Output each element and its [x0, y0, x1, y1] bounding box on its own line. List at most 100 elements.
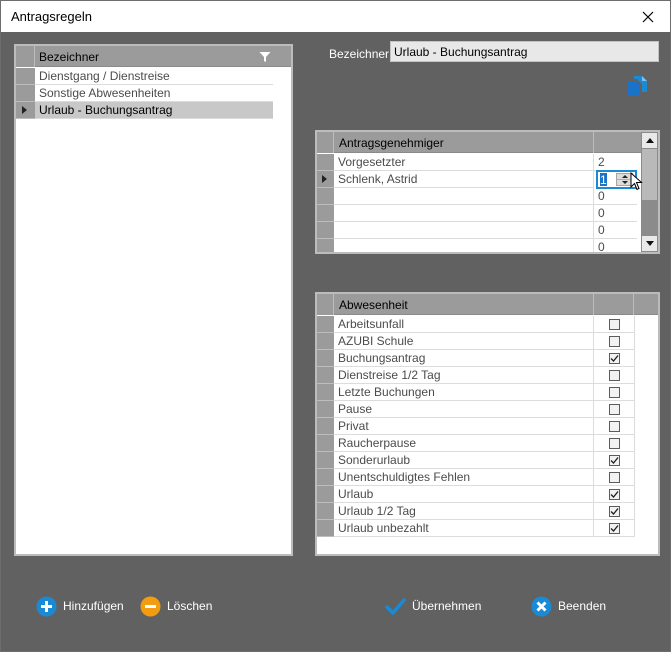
list-item[interactable]: Sonstige Abwesenheiten [16, 85, 273, 102]
absence-name: Buchungsantrag [334, 350, 594, 367]
absence-checkbox[interactable] [609, 455, 620, 466]
approver-order[interactable]: 0 [594, 222, 637, 239]
filter-icon[interactable] [259, 51, 271, 63]
chevron-down-icon [621, 180, 628, 184]
row-indicator [317, 154, 334, 171]
chevron-up-icon [621, 175, 628, 178]
checkbox-cell [594, 367, 635, 384]
column-divider [633, 294, 634, 315]
approver-order[interactable]: 0 [594, 205, 637, 222]
absence-name: Arbeitsunfall [334, 316, 594, 333]
column-divider [593, 294, 594, 315]
row-indicator [317, 333, 334, 350]
rules-list-header: Bezeichner [16, 46, 291, 67]
table-row[interactable]: Sonderurlaub [317, 452, 635, 469]
approver-name [334, 188, 594, 205]
checkbox-cell [594, 486, 635, 503]
approver-order-input[interactable] [599, 173, 613, 186]
column-header-abwesenheit[interactable]: Abwesenheit [339, 298, 408, 312]
table-row[interactable]: Urlaub [317, 486, 635, 503]
absence-checkbox[interactable] [609, 489, 620, 500]
absence-checkbox[interactable] [609, 404, 620, 415]
table-row[interactable]: Raucherpause [317, 435, 635, 452]
list-item-selected[interactable]: Urlaub - Buchungsantrag [16, 102, 273, 119]
exit-button[interactable]: Beenden [531, 595, 606, 617]
absence-name: Sonderurlaub [334, 452, 594, 469]
column-header-antragsgenehmiger[interactable]: Antragsgenehmiger [339, 136, 444, 150]
absence-checkbox[interactable] [609, 472, 620, 483]
absence-checkbox[interactable] [609, 319, 620, 330]
row-indicator [16, 68, 35, 85]
add-button-label: Hinzufügen [63, 598, 124, 613]
table-row[interactable]: Letzte Buchungen [317, 384, 635, 401]
list-item-label: Dienstgang / Dienstreise [35, 68, 273, 85]
table-row[interactable]: Schlenk, Astrid [317, 170, 637, 189]
absence-checkbox[interactable] [609, 370, 620, 381]
vertical-scrollbar[interactable] [641, 132, 658, 252]
absence-grid[interactable]: Abwesenheit Arbeitsunfall AZUBI Schule Buc… [315, 292, 660, 556]
absence-name: AZUBI Schule [334, 333, 594, 350]
absence-checkbox[interactable] [609, 506, 620, 517]
apply-button-label: Übernehmen [412, 598, 482, 613]
minus-circle-icon [140, 596, 161, 616]
table-row[interactable]: Urlaub 1/2 Tag [317, 503, 635, 520]
table-row[interactable]: 0 [317, 222, 637, 239]
checkmark-icon [610, 525, 619, 532]
approver-grid[interactable]: Antragsgenehmiger Vorgesetzter 2 Schlenk… [315, 130, 660, 254]
row-indicator [317, 171, 334, 188]
approver-name [334, 239, 594, 252]
table-row[interactable]: Arbeitsunfall [317, 316, 635, 333]
table-row[interactable]: Urlaub unbezahlt [317, 520, 635, 537]
table-row[interactable]: AZUBI Schule [317, 333, 635, 350]
absence-checkbox[interactable] [609, 421, 620, 432]
table-row[interactable]: Buchungsantrag [317, 350, 635, 367]
checkmark-icon [385, 597, 406, 615]
absence-checkbox[interactable] [609, 353, 620, 364]
table-row[interactable]: Dienstreise 1/2 Tag [317, 367, 635, 384]
table-row[interactable]: Unentschuldigtes Fehlen [317, 469, 635, 486]
close-button[interactable] [626, 1, 670, 32]
table-row[interactable]: 0 [317, 188, 637, 205]
approver-name [334, 205, 594, 222]
header-corner [317, 294, 334, 315]
scrollbar-thumb[interactable] [642, 149, 657, 200]
row-indicator [317, 418, 334, 435]
delete-button[interactable]: Löschen [140, 595, 212, 617]
row-indicator [16, 102, 35, 119]
bezeichner-input[interactable] [390, 41, 659, 62]
scroll-down-button[interactable] [642, 236, 657, 251]
checkbox-cell [594, 520, 635, 537]
approver-name: Schlenk, Astrid [334, 171, 594, 188]
absence-name: Pause [334, 401, 594, 418]
rules-list[interactable]: Bezeichner Dienstgang / Dienstreise Sons… [14, 44, 293, 556]
table-row[interactable]: 0 [317, 239, 637, 252]
approver-order[interactable]: 0 [594, 239, 637, 252]
approver-order[interactable]: 2 [594, 154, 637, 171]
table-row[interactable]: Vorgesetzter 2 [317, 154, 637, 171]
apply-button[interactable]: Übernehmen [385, 595, 481, 617]
table-row[interactable]: Pause [317, 401, 635, 418]
table-row[interactable]: Privat [317, 418, 635, 435]
dialog-window: Antragsregeln Bezeichner Dienstgang / Di… [0, 0, 671, 652]
add-button[interactable]: Hinzufügen [36, 595, 124, 617]
list-item[interactable]: Dienstgang / Dienstreise [16, 68, 273, 85]
absence-checkbox[interactable] [609, 438, 620, 449]
column-header-bezeichner[interactable]: Bezeichner [39, 50, 99, 64]
table-row[interactable]: 0 [317, 205, 637, 222]
absence-name: Urlaub 1/2 Tag [334, 503, 594, 520]
checkbox-cell [594, 333, 635, 350]
window-title: Antragsregeln [11, 9, 92, 24]
scroll-up-button[interactable] [642, 133, 657, 148]
close-icon [642, 11, 654, 22]
bezeichner-label: Bezeichner [329, 47, 390, 61]
absence-checkbox[interactable] [609, 336, 620, 347]
copy-icon[interactable] [626, 75, 650, 97]
absence-checkbox[interactable] [609, 523, 620, 534]
checkmark-icon [610, 457, 619, 464]
chevron-up-icon [645, 138, 654, 143]
row-indicator [317, 503, 334, 520]
absence-checkbox[interactable] [609, 387, 620, 398]
absence-name: Urlaub unbezahlt [334, 520, 594, 537]
row-indicator [317, 239, 334, 252]
delete-button-label: Löschen [167, 598, 213, 613]
